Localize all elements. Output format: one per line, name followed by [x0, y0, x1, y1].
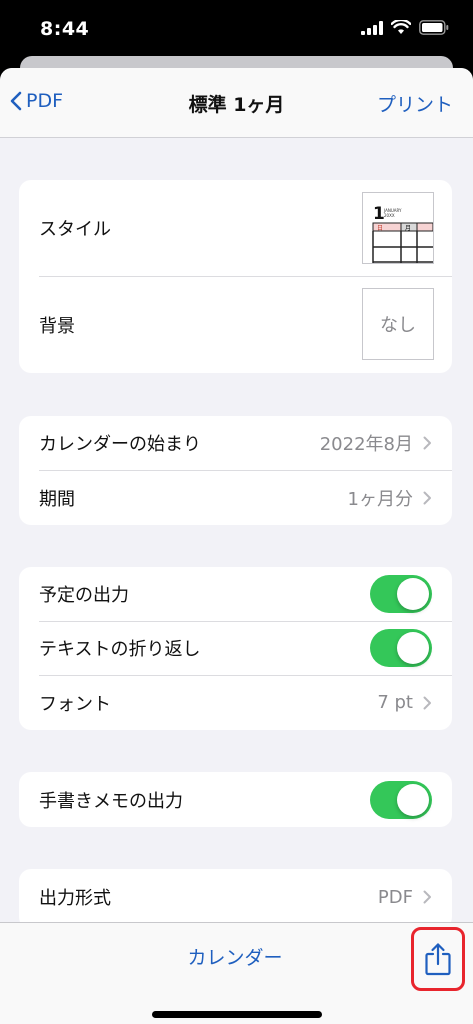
memo-group: 手書きメモの出力: [19, 772, 452, 827]
text-wrap-label: テキストの折り返し: [39, 639, 201, 660]
handwritten-memo-toggle[interactable]: [370, 780, 432, 819]
battery-icon: [419, 20, 449, 35]
print-button[interactable]: プリント: [377, 90, 453, 117]
print-settings-sheet: PDF 標準 1ヶ月 プリント スタイル 1 JANUARY 20XX 日 月: [0, 68, 473, 1024]
schedule-output-toggle[interactable]: [370, 575, 432, 613]
period-label: 期間: [39, 488, 75, 510]
chevron-right-icon: [423, 436, 431, 450]
thumb-header-sun: 日: [377, 225, 383, 232]
text-wrap-row: テキストの折り返し: [19, 621, 452, 675]
font-value: 7 pt: [377, 692, 413, 713]
calendar-style-preview: 1 JANUARY 20XX 日 月: [372, 204, 434, 263]
font-row[interactable]: フォント 7 pt: [19, 675, 452, 730]
calendar-button[interactable]: カレンダー: [0, 943, 470, 970]
style-thumbnail: 1 JANUARY 20XX 日 月: [362, 192, 434, 264]
thumb-header-mon: 月: [405, 225, 411, 232]
wifi-icon: [391, 20, 411, 34]
calendar-start-value: 2022年8月: [319, 434, 413, 455]
output-format-row[interactable]: 出力形式 PDF: [19, 869, 452, 925]
format-group: 出力形式 PDF: [19, 869, 452, 929]
cellular-signal-icon: [361, 20, 383, 35]
calendar-start-label: カレンダーの始まり: [39, 434, 201, 455]
schedule-output-row: 予定の出力: [19, 567, 452, 621]
chevron-left-icon: [10, 91, 22, 111]
schedule-output-label: 予定の出力: [39, 585, 129, 606]
chevron-right-icon: [423, 491, 431, 504]
output-options-group: 予定の出力 テキストの折り返し フォント 7 pt: [19, 567, 452, 730]
style-group: スタイル 1 JANUARY 20XX 日 月 背景 なし: [19, 180, 452, 373]
chevron-right-icon: [423, 696, 431, 709]
thumb-year-tag: 20XX: [384, 213, 395, 218]
status-time: 8:44: [40, 18, 90, 40]
status-bar: 8:44: [0, 0, 473, 58]
share-icon: [425, 943, 451, 976]
bottom-toolbar: カレンダー: [0, 922, 473, 1024]
period-value: 1ヶ月分: [347, 488, 413, 510]
calendar-start-row[interactable]: カレンダーの始まり 2022年8月: [19, 416, 452, 470]
back-label: PDF: [26, 90, 64, 112]
chevron-right-icon: [423, 890, 431, 904]
style-row[interactable]: スタイル 1 JANUARY 20XX 日 月: [19, 180, 452, 276]
handwritten-memo-label: 手書きメモの出力: [39, 790, 183, 812]
status-icons: [361, 20, 449, 35]
calendar-range-group: カレンダーの始まり 2022年8月 期間 1ヶ月分: [19, 416, 452, 525]
period-row[interactable]: 期間 1ヶ月分: [19, 470, 452, 525]
output-format-label: 出力形式: [39, 888, 111, 909]
text-wrap-toggle[interactable]: [370, 629, 432, 667]
font-label: フォント: [39, 693, 111, 715]
handwritten-memo-row: 手書きメモの出力: [19, 772, 452, 827]
background-row[interactable]: 背景 なし: [19, 276, 452, 373]
navigation-bar: PDF 標準 1ヶ月 プリント: [0, 68, 473, 138]
background-value: なし: [362, 288, 434, 360]
back-button[interactable]: PDF: [10, 90, 63, 112]
share-button[interactable]: [411, 927, 465, 991]
home-indicator: [152, 1011, 322, 1018]
output-format-value: PDF: [377, 886, 413, 908]
